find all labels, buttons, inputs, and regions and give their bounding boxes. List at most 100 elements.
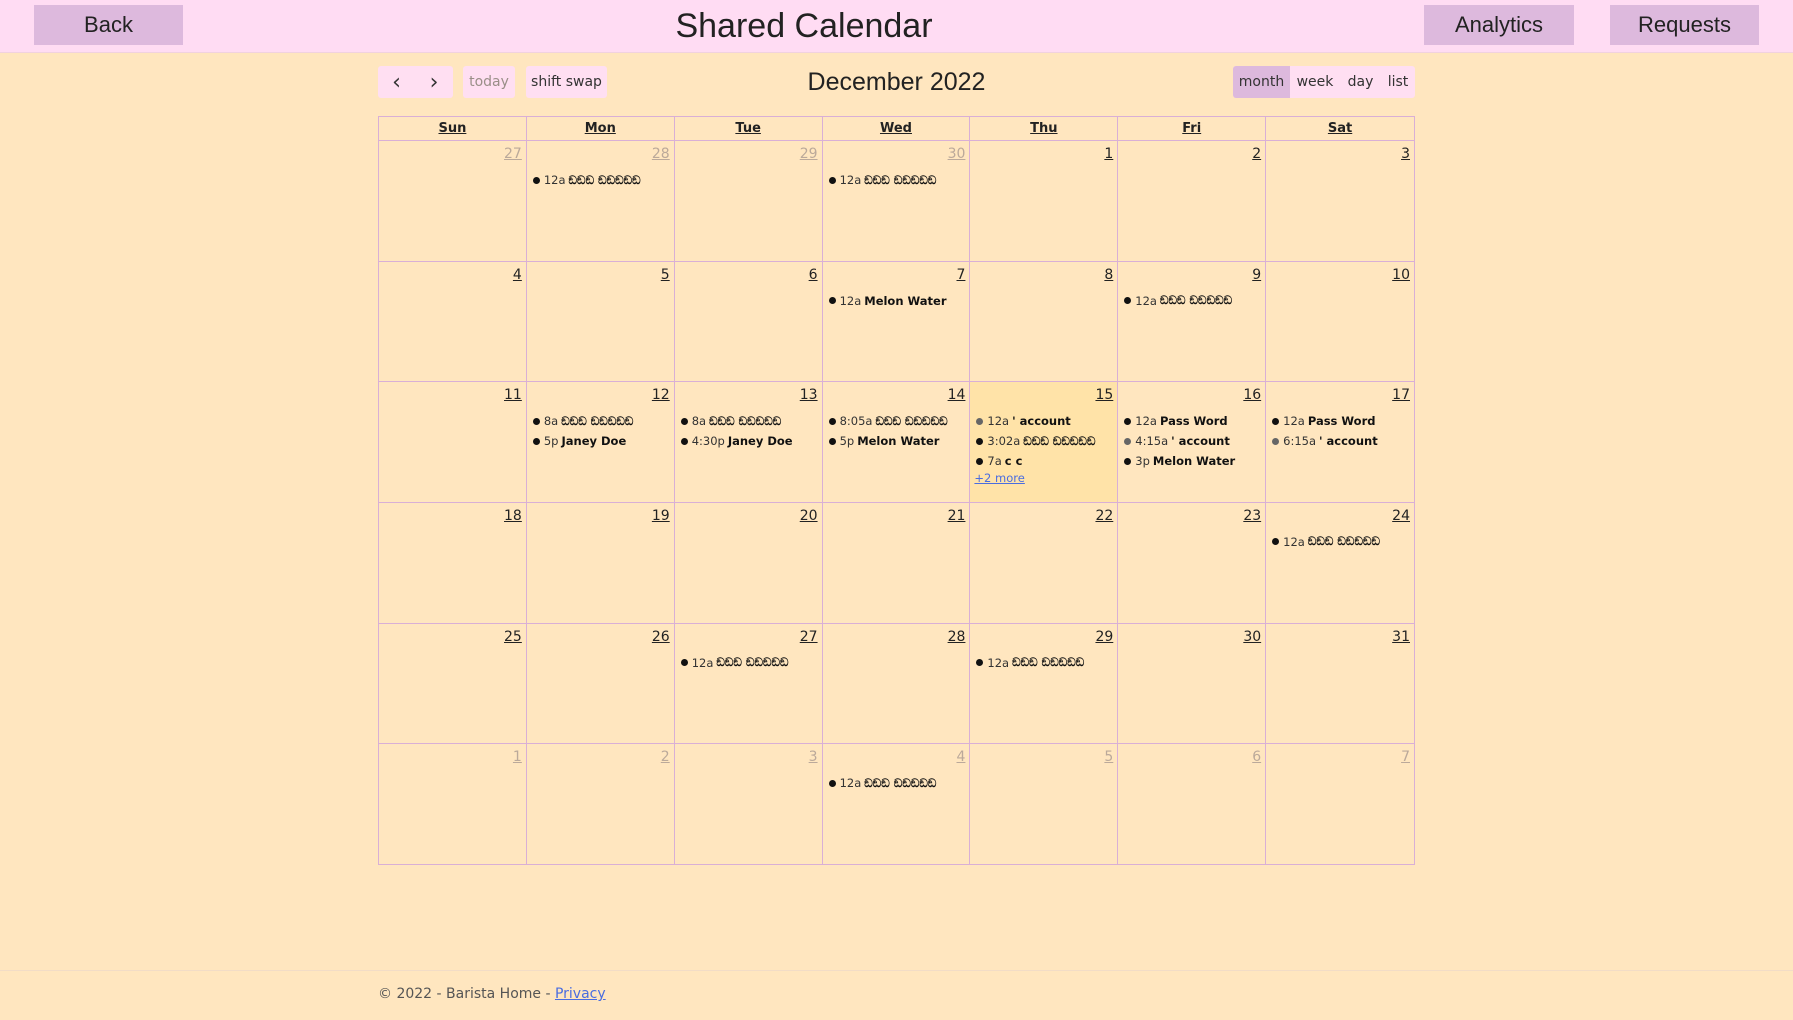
calendar-event[interactable]: 12a ඞඞඞ ඞඞඞඞඞ — [1271, 532, 1412, 552]
day-number-link[interactable]: 5 — [1104, 749, 1113, 765]
calendar-event[interactable]: 8a ඞඞඞ ඞඞඞඞඞ — [532, 411, 672, 431]
day-cell[interactable]: 22 — [970, 502, 1119, 623]
calendar-event[interactable]: 8:05a ඞඞඞ ඞඞඞඞඞ — [828, 411, 968, 431]
weekday-mon[interactable]: Mon — [527, 117, 675, 140]
day-cell[interactable]: 4 — [379, 261, 527, 382]
weekday-thu[interactable]: Thu — [970, 117, 1119, 140]
calendar-event[interactable]: 4:15a ' account — [1123, 431, 1263, 451]
day-cell[interactable]: 25 — [379, 623, 527, 744]
day-number-link[interactable]: 2 — [1252, 146, 1261, 162]
day-cell[interactable]: 28 — [823, 623, 971, 744]
day-cell[interactable]: 12 8a ඞඞඞ ඞඞඞඞඞ 5p Janey Doe — [527, 382, 675, 502]
day-number-link[interactable]: 22 — [1095, 508, 1113, 524]
day-number-link[interactable]: 14 — [948, 387, 966, 403]
day-cell[interactable]: 4 12a ඞඞඞ ඞඞඞඞඞ — [823, 744, 971, 865]
view-week-button[interactable]: week — [1290, 66, 1340, 98]
day-number-link[interactable]: 6 — [1252, 749, 1261, 765]
day-cell[interactable]: 5 — [527, 261, 675, 382]
day-number-link[interactable]: 6 — [809, 267, 818, 283]
day-number-link[interactable]: 27 — [800, 629, 818, 645]
day-number-link[interactable]: 11 — [504, 387, 522, 403]
day-number-link[interactable]: 26 — [652, 629, 670, 645]
day-number-link[interactable]: 12 — [652, 387, 670, 403]
calendar-event[interactable]: 3:02a ඞඞඞ ඞඞඞඞඞ — [975, 431, 1115, 451]
shift-swap-button[interactable]: shift swap — [526, 66, 607, 98]
weekday-sun[interactable]: Sun — [379, 117, 527, 140]
calendar-event[interactable]: 12a ඞඞඞ ඞඞඞඞඞ — [1123, 291, 1263, 311]
day-cell[interactable]: 8 — [970, 261, 1119, 382]
day-number-link[interactable]: 1 — [513, 749, 522, 765]
day-number-link[interactable]: 30 — [1243, 629, 1261, 645]
day-cell[interactable]: 26 — [527, 623, 675, 744]
day-number-link[interactable]: 23 — [1243, 508, 1261, 524]
day-number-link[interactable]: 7 — [957, 267, 966, 283]
day-number-link[interactable]: 7 — [1401, 749, 1410, 765]
day-number-link[interactable]: 28 — [652, 146, 670, 162]
day-number-link[interactable]: 24 — [1392, 508, 1410, 524]
calendar-event[interactable]: 8a ඞඞඞ ඞඞඞඞඞ — [680, 411, 820, 431]
calendar-event[interactable]: 12a Pass Word — [1271, 411, 1412, 431]
calendar-event[interactable]: 5p Melon Water — [828, 431, 968, 451]
day-number-link[interactable]: 4 — [957, 749, 966, 765]
day-number-link[interactable]: 5 — [661, 267, 670, 283]
day-cell[interactable]: 16 12a Pass Word 4:15a ' account 3p Melon Wate… — [1118, 382, 1267, 502]
day-number-link[interactable]: 31 — [1392, 629, 1410, 645]
day-cell[interactable]: 6 — [1118, 744, 1267, 865]
day-cell[interactable]: 1 — [379, 744, 527, 865]
weekday-sat[interactable]: Sat — [1266, 117, 1414, 140]
calendar-event[interactable]: 5p Janey Doe — [532, 431, 672, 451]
day-number-link[interactable]: 17 — [1392, 387, 1410, 403]
calendar-event[interactable]: 12a ඞඞඞ ඞඞඞඞඞ — [828, 773, 968, 793]
day-cell[interactable]: 30 12a ඞඞඞ ඞඞඞඞඞ — [823, 141, 971, 261]
day-number-link[interactable]: 16 — [1243, 387, 1261, 403]
day-cell[interactable]: 3 — [675, 744, 823, 865]
day-number-link[interactable]: 21 — [948, 508, 966, 524]
day-cell[interactable]: 23 — [1118, 502, 1267, 623]
calendar-event[interactable]: 12a ඞඞඞ ඞඞඞඞඞ — [680, 653, 820, 673]
weekday-tue[interactable]: Tue — [675, 117, 823, 140]
more-events-link[interactable]: +2 more — [974, 471, 1115, 485]
day-cell[interactable]: 2 — [1118, 141, 1267, 261]
day-cell[interactable]: 14 8:05a ඞඞඞ ඞඞඞඞඞ 5p Melon Water — [823, 382, 971, 502]
weekday-fri[interactable]: Fri — [1118, 117, 1267, 140]
day-cell[interactable]: 30 — [1118, 623, 1267, 744]
calendar-event[interactable]: 7a c c — [975, 451, 1115, 471]
day-cell[interactable]: 21 — [823, 502, 971, 623]
day-cell[interactable]: 29 12a ඞඞඞ ඞඞඞඞඞ — [970, 623, 1119, 744]
day-cell[interactable]: 28 12a ඞඞඞ ඞඞඞඞඞ — [527, 141, 675, 261]
today-button[interactable]: today — [463, 66, 515, 98]
day-number-link[interactable]: 2 — [661, 749, 670, 765]
day-number-link[interactable]: 20 — [800, 508, 818, 524]
day-number-link[interactable]: 18 — [504, 508, 522, 524]
calendar-event[interactable]: 12a ඞඞඞ ඞඞඞඞඞ — [532, 170, 672, 190]
day-cell[interactable]: 1 — [970, 141, 1119, 261]
calendar-event[interactable]: 4:30p Janey Doe — [680, 431, 820, 451]
day-cell[interactable]: 3 — [1266, 141, 1414, 261]
day-cell[interactable]: 18 — [379, 502, 527, 623]
day-cell[interactable]: 13 8a ඞඞඞ ඞඞඞඞඞ 4:30p Janey Doe — [675, 382, 823, 502]
day-number-link[interactable]: 29 — [800, 146, 818, 162]
calendar-event[interactable]: 12a Melon Water — [828, 291, 968, 311]
requests-button[interactable]: Requests — [1610, 5, 1759, 45]
prev-month-button[interactable]: ‹ — [378, 66, 415, 98]
day-cell[interactable]: 24 12a ඞඞඞ ඞඞඞඞඞ — [1266, 503, 1414, 623]
calendar-event[interactable]: 12a ' account — [975, 411, 1115, 431]
day-cell[interactable]: 2 — [527, 744, 675, 865]
calendar-event[interactable]: 3p Melon Water — [1123, 451, 1263, 471]
day-cell[interactable]: 7 — [1266, 744, 1414, 865]
day-number-link[interactable]: 13 — [800, 387, 818, 403]
day-number-link[interactable]: 3 — [809, 749, 818, 765]
next-month-button[interactable]: › — [415, 66, 453, 98]
weekday-wed[interactable]: Wed — [823, 117, 971, 140]
calendar-event[interactable]: 6:15a ' account — [1271, 431, 1412, 451]
privacy-link[interactable]: Privacy — [555, 986, 606, 1002]
day-number-link[interactable]: 4 — [513, 267, 522, 283]
day-number-link[interactable]: 15 — [1095, 387, 1113, 403]
day-number-link[interactable]: 29 — [1095, 629, 1113, 645]
day-number-link[interactable]: 30 — [948, 146, 966, 162]
day-cell[interactable]: 10 — [1266, 262, 1414, 382]
day-cell[interactable]: 6 — [675, 261, 823, 382]
day-cell[interactable]: 27 — [379, 141, 527, 261]
analytics-button[interactable]: Analytics — [1424, 5, 1574, 45]
day-cell[interactable]: 5 — [970, 744, 1119, 865]
